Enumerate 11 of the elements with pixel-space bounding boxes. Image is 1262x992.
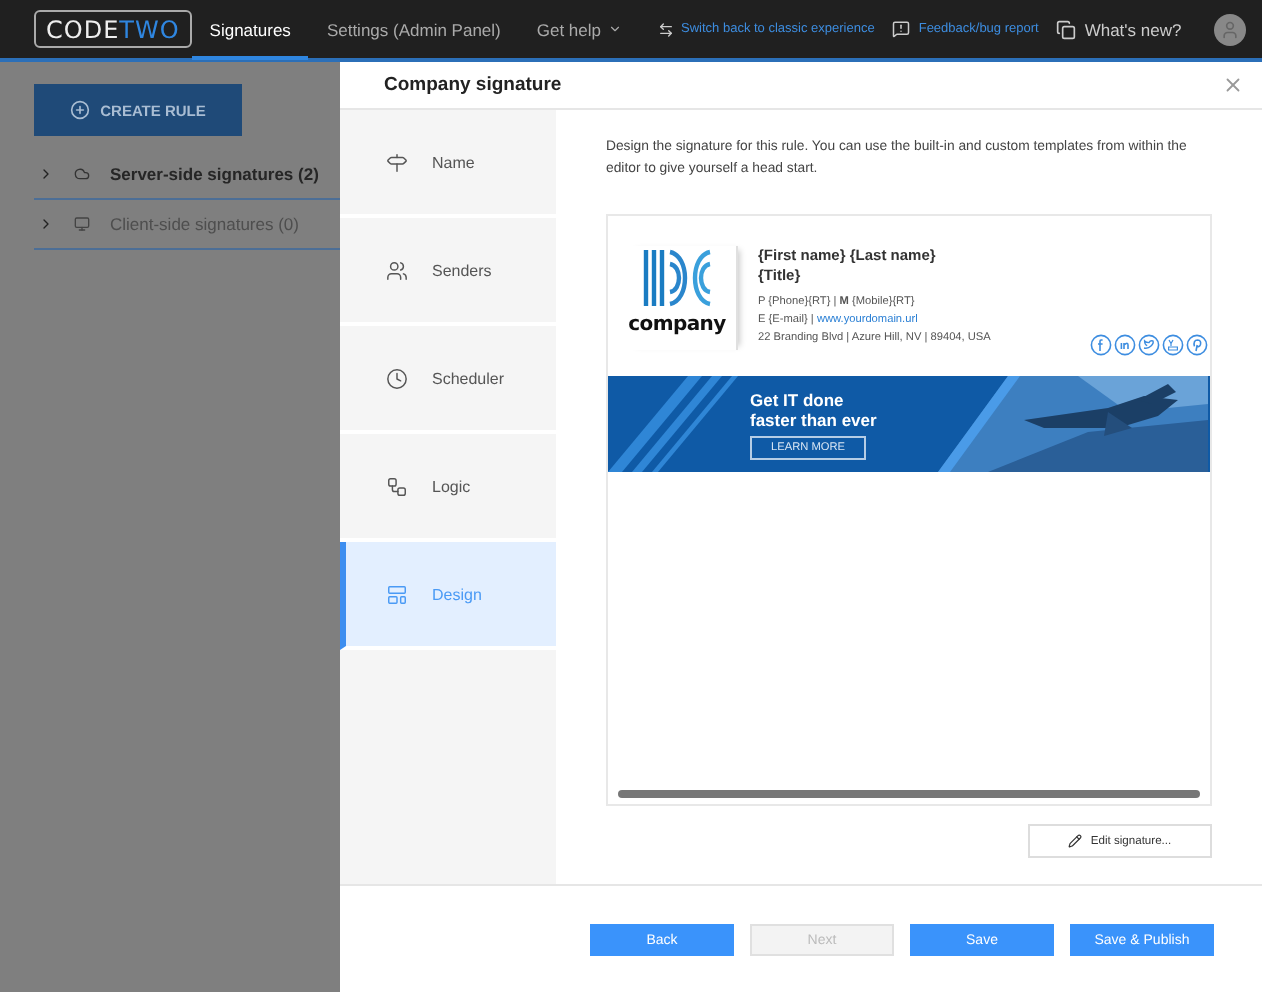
banner-headline: faster than ever — [750, 409, 879, 429]
banner-headline: Get IT done — [750, 389, 846, 409]
nav-tab[interactable]: Get help — [518, 2, 640, 60]
company-logo-text: company — [628, 314, 726, 336]
top-link[interactable]: What's new? — [1056, 19, 1182, 39]
step-item[interactable]: Name — [340, 110, 556, 218]
nav-tab[interactable]: Settings (Admin Panel) — [308, 2, 519, 60]
step-item[interactable]: Senders — [340, 218, 556, 326]
logo[interactable]: CODETWO — [34, 10, 192, 48]
step-item[interactable]: Scheduler — [340, 326, 556, 434]
dialog-title: Company signature — [384, 74, 562, 96]
